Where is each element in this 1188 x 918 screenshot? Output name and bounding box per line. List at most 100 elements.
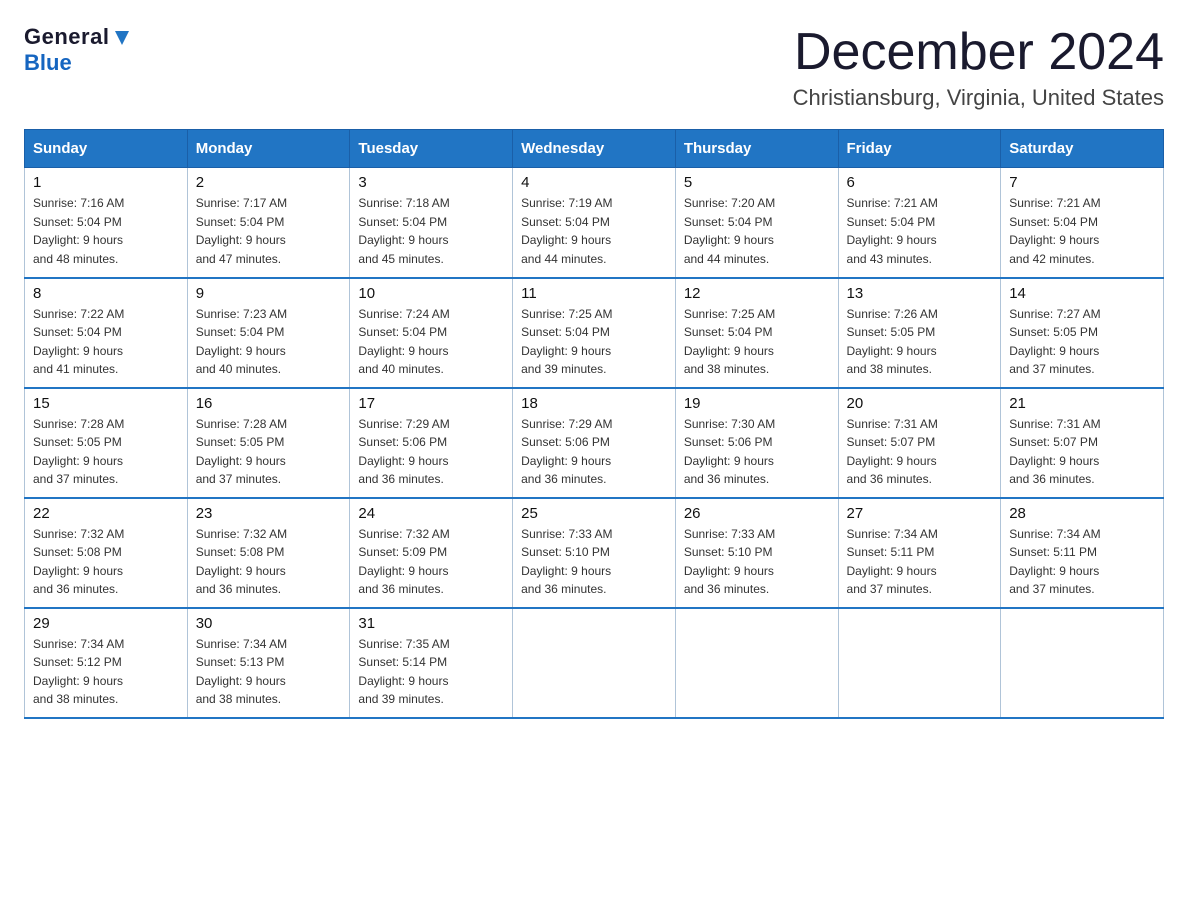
calendar-cell: 30 Sunrise: 7:34 AM Sunset: 5:13 PM Dayl… bbox=[187, 608, 350, 718]
calendar-week-row: 15 Sunrise: 7:28 AM Sunset: 5:05 PM Dayl… bbox=[25, 388, 1164, 498]
day-info: Sunrise: 7:33 AM Sunset: 5:10 PM Dayligh… bbox=[684, 525, 830, 599]
calendar-header-row: SundayMondayTuesdayWednesdayThursdayFrid… bbox=[25, 130, 1164, 168]
calendar-cell: 31 Sunrise: 7:35 AM Sunset: 5:14 PM Dayl… bbox=[350, 608, 513, 718]
day-number: 18 bbox=[521, 395, 667, 412]
calendar-cell: 25 Sunrise: 7:33 AM Sunset: 5:10 PM Dayl… bbox=[513, 498, 676, 608]
calendar-week-row: 8 Sunrise: 7:22 AM Sunset: 5:04 PM Dayli… bbox=[25, 278, 1164, 388]
calendar-cell: 15 Sunrise: 7:28 AM Sunset: 5:05 PM Dayl… bbox=[25, 388, 188, 498]
weekday-header-wednesday: Wednesday bbox=[513, 130, 676, 168]
calendar-cell: 10 Sunrise: 7:24 AM Sunset: 5:04 PM Dayl… bbox=[350, 278, 513, 388]
day-info: Sunrise: 7:24 AM Sunset: 5:04 PM Dayligh… bbox=[358, 305, 504, 379]
day-number: 28 bbox=[1009, 505, 1155, 522]
day-info: Sunrise: 7:30 AM Sunset: 5:06 PM Dayligh… bbox=[684, 415, 830, 489]
day-number: 12 bbox=[684, 285, 830, 302]
day-info: Sunrise: 7:31 AM Sunset: 5:07 PM Dayligh… bbox=[847, 415, 993, 489]
calendar-cell: 24 Sunrise: 7:32 AM Sunset: 5:09 PM Dayl… bbox=[350, 498, 513, 608]
day-number: 27 bbox=[847, 505, 993, 522]
day-number: 3 bbox=[358, 174, 504, 191]
day-info: Sunrise: 7:28 AM Sunset: 5:05 PM Dayligh… bbox=[33, 415, 179, 489]
day-info: Sunrise: 7:25 AM Sunset: 5:04 PM Dayligh… bbox=[684, 305, 830, 379]
calendar-cell: 18 Sunrise: 7:29 AM Sunset: 5:06 PM Dayl… bbox=[513, 388, 676, 498]
weekday-header-monday: Monday bbox=[187, 130, 350, 168]
calendar-cell: 7 Sunrise: 7:21 AM Sunset: 5:04 PM Dayli… bbox=[1001, 168, 1164, 278]
day-info: Sunrise: 7:25 AM Sunset: 5:04 PM Dayligh… bbox=[521, 305, 667, 379]
calendar-week-row: 29 Sunrise: 7:34 AM Sunset: 5:12 PM Dayl… bbox=[25, 608, 1164, 718]
day-number: 11 bbox=[521, 285, 667, 302]
calendar-cell: 20 Sunrise: 7:31 AM Sunset: 5:07 PM Dayl… bbox=[838, 388, 1001, 498]
calendar-week-row: 1 Sunrise: 7:16 AM Sunset: 5:04 PM Dayli… bbox=[25, 168, 1164, 278]
calendar-cell: 26 Sunrise: 7:33 AM Sunset: 5:10 PM Dayl… bbox=[675, 498, 838, 608]
logo-blue-text: Blue bbox=[24, 50, 72, 76]
day-number: 8 bbox=[33, 285, 179, 302]
calendar-cell bbox=[1001, 608, 1164, 718]
day-info: Sunrise: 7:18 AM Sunset: 5:04 PM Dayligh… bbox=[358, 194, 504, 268]
day-info: Sunrise: 7:32 AM Sunset: 5:08 PM Dayligh… bbox=[33, 525, 179, 599]
month-title: December 2024 bbox=[793, 24, 1164, 81]
location-title: Christiansburg, Virginia, United States bbox=[793, 85, 1164, 111]
day-number: 22 bbox=[33, 505, 179, 522]
day-info: Sunrise: 7:33 AM Sunset: 5:10 PM Dayligh… bbox=[521, 525, 667, 599]
day-number: 9 bbox=[196, 285, 342, 302]
day-info: Sunrise: 7:29 AM Sunset: 5:06 PM Dayligh… bbox=[358, 415, 504, 489]
day-info: Sunrise: 7:32 AM Sunset: 5:08 PM Dayligh… bbox=[196, 525, 342, 599]
calendar-cell: 12 Sunrise: 7:25 AM Sunset: 5:04 PM Dayl… bbox=[675, 278, 838, 388]
title-block: December 2024 Christiansburg, Virginia, … bbox=[793, 24, 1164, 111]
calendar-week-row: 22 Sunrise: 7:32 AM Sunset: 5:08 PM Dayl… bbox=[25, 498, 1164, 608]
day-number: 21 bbox=[1009, 395, 1155, 412]
day-number: 26 bbox=[684, 505, 830, 522]
calendar-cell bbox=[838, 608, 1001, 718]
day-number: 7 bbox=[1009, 174, 1155, 191]
weekday-header-friday: Friday bbox=[838, 130, 1001, 168]
weekday-header-sunday: Sunday bbox=[25, 130, 188, 168]
day-number: 1 bbox=[33, 174, 179, 191]
calendar-cell: 1 Sunrise: 7:16 AM Sunset: 5:04 PM Dayli… bbox=[25, 168, 188, 278]
calendar-table: SundayMondayTuesdayWednesdayThursdayFrid… bbox=[24, 129, 1164, 719]
calendar-cell: 13 Sunrise: 7:26 AM Sunset: 5:05 PM Dayl… bbox=[838, 278, 1001, 388]
calendar-cell: 4 Sunrise: 7:19 AM Sunset: 5:04 PM Dayli… bbox=[513, 168, 676, 278]
day-info: Sunrise: 7:19 AM Sunset: 5:04 PM Dayligh… bbox=[521, 194, 667, 268]
day-info: Sunrise: 7:21 AM Sunset: 5:04 PM Dayligh… bbox=[1009, 194, 1155, 268]
day-info: Sunrise: 7:16 AM Sunset: 5:04 PM Dayligh… bbox=[33, 194, 179, 268]
calendar-cell: 23 Sunrise: 7:32 AM Sunset: 5:08 PM Dayl… bbox=[187, 498, 350, 608]
day-number: 5 bbox=[684, 174, 830, 191]
logo: General Blue bbox=[24, 24, 133, 76]
calendar-cell: 21 Sunrise: 7:31 AM Sunset: 5:07 PM Dayl… bbox=[1001, 388, 1164, 498]
calendar-cell: 27 Sunrise: 7:34 AM Sunset: 5:11 PM Dayl… bbox=[838, 498, 1001, 608]
day-number: 29 bbox=[33, 615, 179, 632]
day-info: Sunrise: 7:31 AM Sunset: 5:07 PM Dayligh… bbox=[1009, 415, 1155, 489]
calendar-cell: 2 Sunrise: 7:17 AM Sunset: 5:04 PM Dayli… bbox=[187, 168, 350, 278]
day-number: 14 bbox=[1009, 285, 1155, 302]
day-info: Sunrise: 7:27 AM Sunset: 5:05 PM Dayligh… bbox=[1009, 305, 1155, 379]
logo-general-text: General bbox=[24, 24, 109, 50]
day-info: Sunrise: 7:21 AM Sunset: 5:04 PM Dayligh… bbox=[847, 194, 993, 268]
day-number: 6 bbox=[847, 174, 993, 191]
calendar-cell: 5 Sunrise: 7:20 AM Sunset: 5:04 PM Dayli… bbox=[675, 168, 838, 278]
calendar-cell: 3 Sunrise: 7:18 AM Sunset: 5:04 PM Dayli… bbox=[350, 168, 513, 278]
day-number: 31 bbox=[358, 615, 504, 632]
weekday-header-thursday: Thursday bbox=[675, 130, 838, 168]
day-info: Sunrise: 7:34 AM Sunset: 5:12 PM Dayligh… bbox=[33, 635, 179, 709]
day-info: Sunrise: 7:22 AM Sunset: 5:04 PM Dayligh… bbox=[33, 305, 179, 379]
day-number: 24 bbox=[358, 505, 504, 522]
day-info: Sunrise: 7:34 AM Sunset: 5:11 PM Dayligh… bbox=[847, 525, 993, 599]
calendar-cell: 11 Sunrise: 7:25 AM Sunset: 5:04 PM Dayl… bbox=[513, 278, 676, 388]
day-info: Sunrise: 7:20 AM Sunset: 5:04 PM Dayligh… bbox=[684, 194, 830, 268]
calendar-cell: 19 Sunrise: 7:30 AM Sunset: 5:06 PM Dayl… bbox=[675, 388, 838, 498]
calendar-cell: 29 Sunrise: 7:34 AM Sunset: 5:12 PM Dayl… bbox=[25, 608, 188, 718]
day-info: Sunrise: 7:26 AM Sunset: 5:05 PM Dayligh… bbox=[847, 305, 993, 379]
day-info: Sunrise: 7:34 AM Sunset: 5:11 PM Dayligh… bbox=[1009, 525, 1155, 599]
calendar-cell: 14 Sunrise: 7:27 AM Sunset: 5:05 PM Dayl… bbox=[1001, 278, 1164, 388]
day-number: 13 bbox=[847, 285, 993, 302]
day-info: Sunrise: 7:35 AM Sunset: 5:14 PM Dayligh… bbox=[358, 635, 504, 709]
day-number: 15 bbox=[33, 395, 179, 412]
calendar-cell: 6 Sunrise: 7:21 AM Sunset: 5:04 PM Dayli… bbox=[838, 168, 1001, 278]
weekday-header-tuesday: Tuesday bbox=[350, 130, 513, 168]
calendar-cell: 16 Sunrise: 7:28 AM Sunset: 5:05 PM Dayl… bbox=[187, 388, 350, 498]
day-info: Sunrise: 7:32 AM Sunset: 5:09 PM Dayligh… bbox=[358, 525, 504, 599]
day-number: 30 bbox=[196, 615, 342, 632]
calendar-cell: 9 Sunrise: 7:23 AM Sunset: 5:04 PM Dayli… bbox=[187, 278, 350, 388]
day-number: 25 bbox=[521, 505, 667, 522]
day-info: Sunrise: 7:23 AM Sunset: 5:04 PM Dayligh… bbox=[196, 305, 342, 379]
day-number: 17 bbox=[358, 395, 504, 412]
calendar-cell bbox=[513, 608, 676, 718]
